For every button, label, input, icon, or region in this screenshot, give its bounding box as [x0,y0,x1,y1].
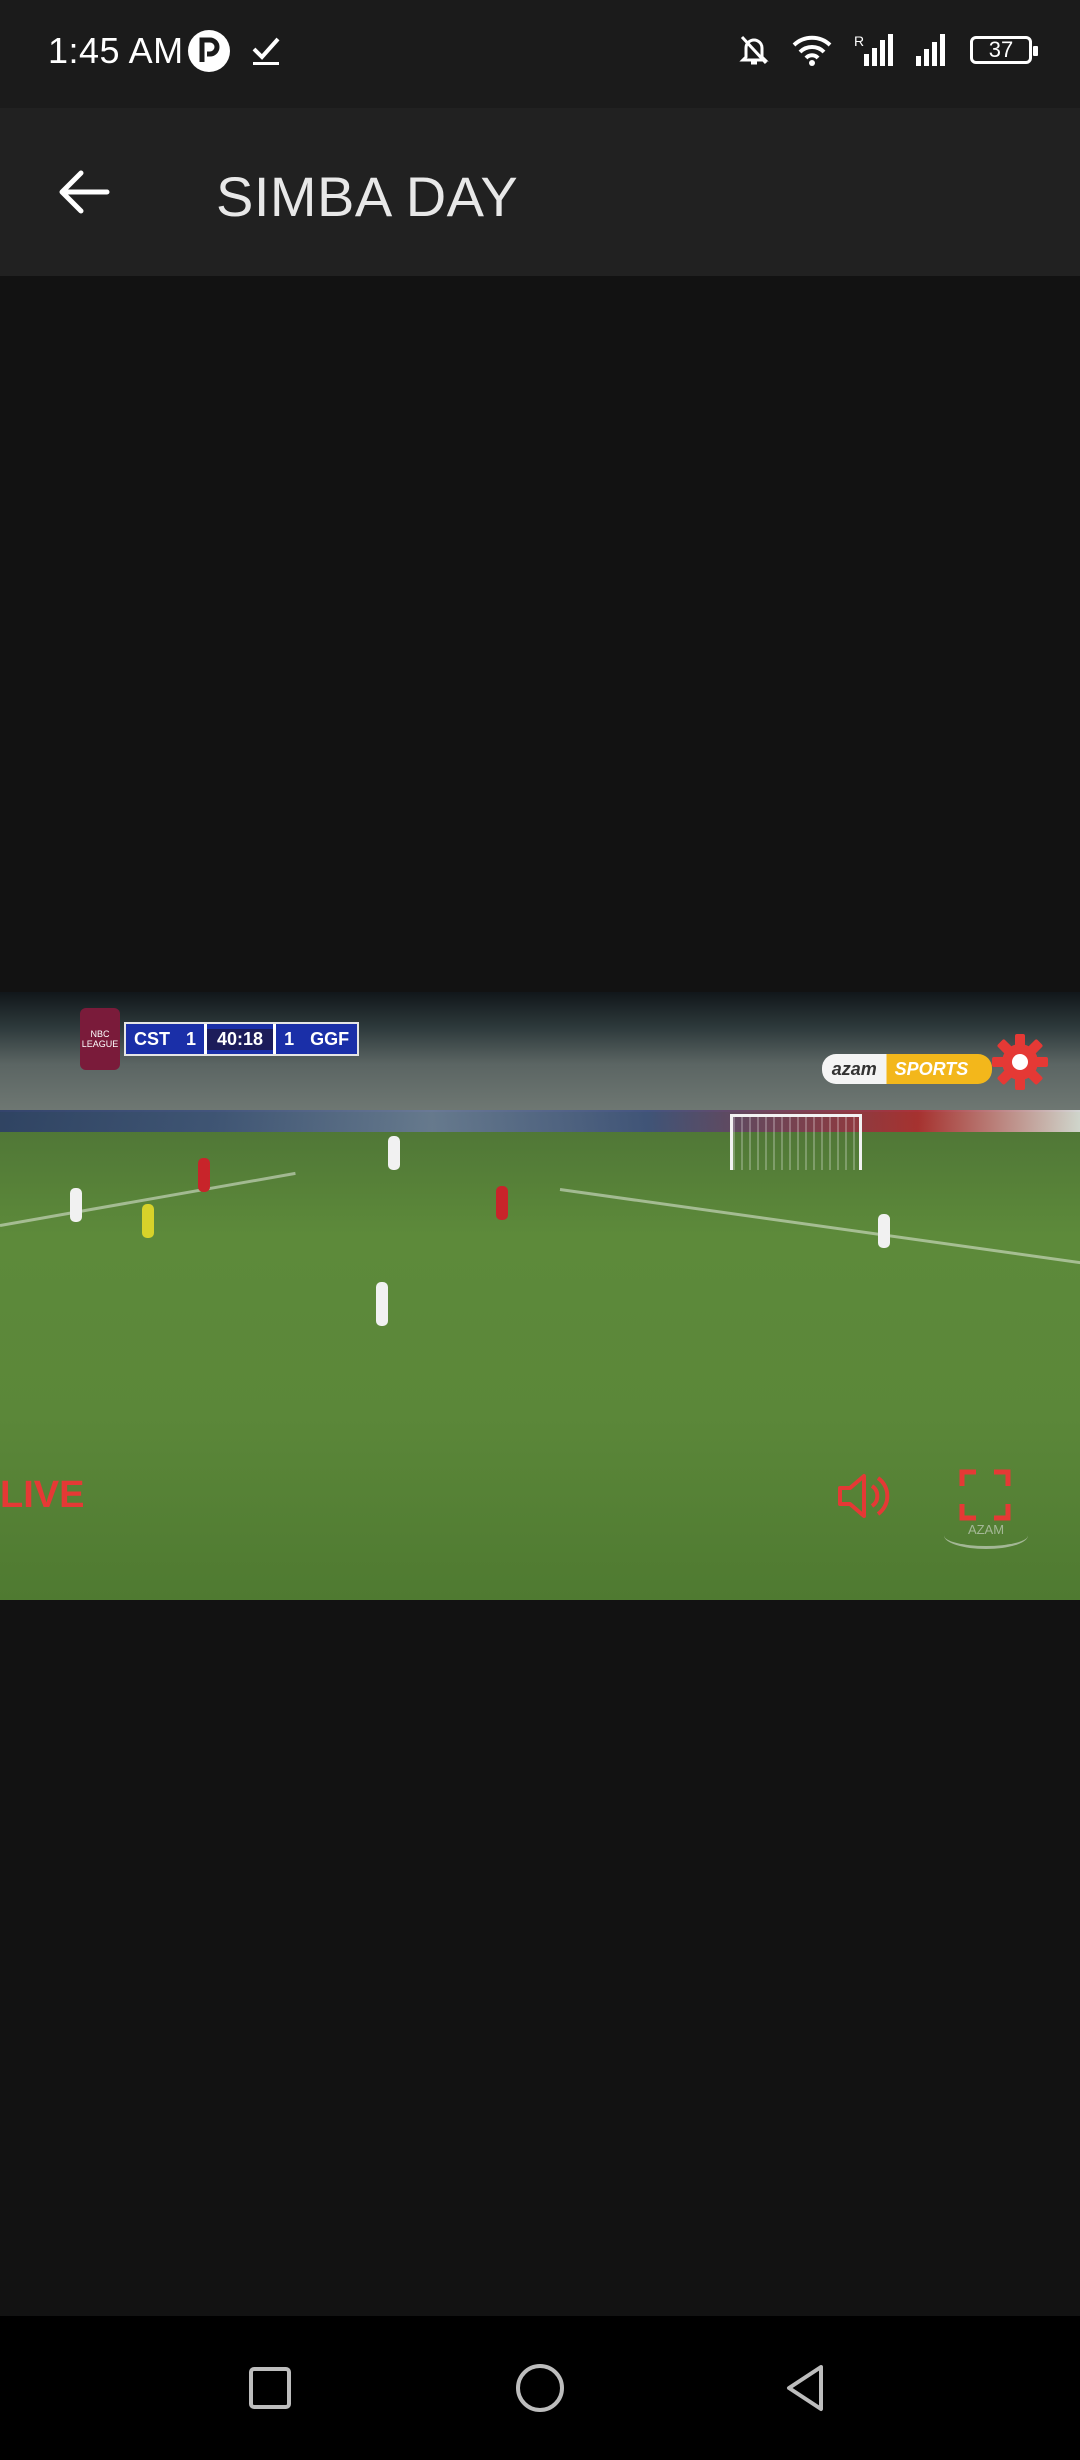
broadcaster-logo: azam SPORTS [822,1054,992,1084]
app-bar: SIMBA DAY [0,108,1080,276]
recent-apps-button[interactable] [240,2358,300,2418]
league-logo: NBC LEAGUE [80,1008,120,1070]
check-icon [252,37,280,65]
player [388,1136,400,1170]
volume-button[interactable] [834,1468,894,1524]
home-button[interactable] [510,2358,570,2418]
system-nav-bar [0,2316,1080,2460]
match-clock: 40:18 [207,1028,274,1050]
status-bar: 1:45 AM R 37 [0,0,1080,108]
home-team: CST [134,1028,170,1049]
volume-icon [838,1474,890,1518]
settings-icon [992,1034,1048,1090]
back-button[interactable] [44,152,124,232]
status-left-icons [186,28,282,74]
broadcaster-logo-part1: azam [831,1058,877,1079]
player [376,1282,388,1326]
fullscreen-icon [959,1469,1011,1521]
watermark: AZAM [944,1522,1028,1549]
app-notification-icon [188,30,230,72]
arrow-left-icon [59,170,110,214]
home-icon [516,2364,564,2412]
svg-text:R: R [854,33,864,49]
broadcaster-logo-part2: SPORTS [894,1058,969,1079]
scoreboard: NBC LEAGUE CST 1 40:18 1 GGF [80,1008,360,1070]
settings-button[interactable] [990,1032,1050,1092]
mute-notifications-icon [739,35,769,65]
signal-r-icon: R [854,33,893,66]
home-score: 1 [186,1028,197,1049]
away-team: GGF [310,1028,350,1049]
back-triangle-icon [787,2365,823,2411]
player [198,1158,210,1192]
advertising-boards [0,1110,1080,1132]
player [70,1188,82,1222]
away-score: 1 [284,1028,295,1049]
live-indicator: LIVE [0,1474,85,1516]
status-time: 1:45 AM [48,30,184,71]
back-nav-button[interactable] [776,2358,836,2418]
status-right-icons: R 37 [738,32,1038,68]
pitch-line [559,1188,1080,1267]
battery-icon: 37 [970,36,1038,64]
player [878,1214,890,1248]
page-title: SIMBA DAY [216,165,519,228]
video-player[interactable]: NBC LEAGUE CST 1 40:18 1 GGF azam SPORTS [0,992,1080,1600]
recent-apps-icon [249,2367,291,2409]
player [496,1186,508,1220]
referee [142,1204,154,1238]
signal-icon [916,34,945,66]
fullscreen-button[interactable] [958,1468,1012,1522]
goal-net [730,1114,862,1170]
wifi-icon [792,35,832,66]
score-strip: CST 1 40:18 1 GGF [124,1022,360,1056]
